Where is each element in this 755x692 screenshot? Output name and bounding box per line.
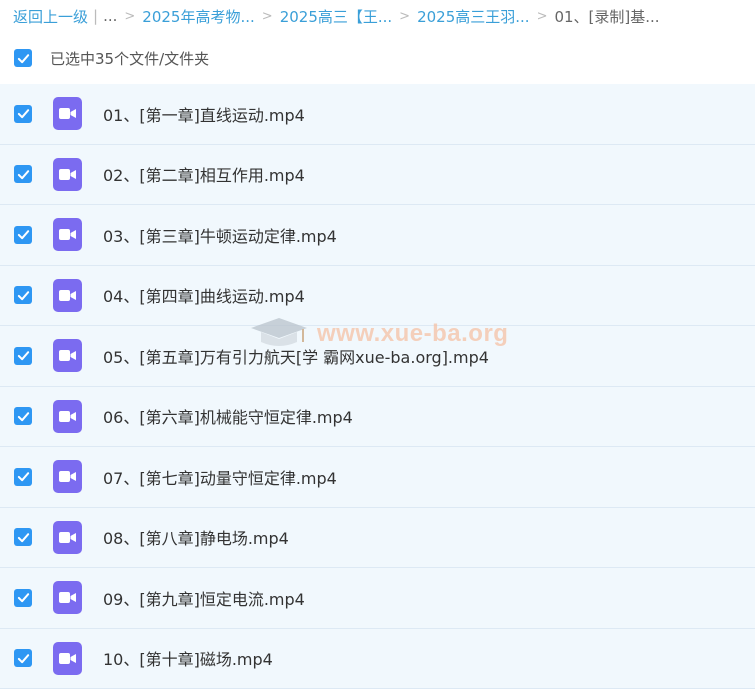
checkmark-icon <box>17 230 29 240</box>
breadcrumb-divider: | <box>93 7 99 25</box>
video-file-icon <box>53 581 82 615</box>
breadcrumb-item[interactable]: 2025高三王羽... <box>417 6 529 27</box>
checkmark-icon <box>17 109 29 119</box>
breadcrumb-item[interactable]: 2025高三【王... <box>280 6 392 27</box>
file-checkbox[interactable] <box>14 588 32 607</box>
file-checkbox[interactable] <box>14 286 32 305</box>
breadcrumb-current: 01、[录制]基... <box>554 7 660 26</box>
video-file-icon <box>53 641 82 675</box>
file-name[interactable]: 09、[第九章]恒定电流.mp4 <box>103 586 305 610</box>
video-file-icon <box>53 97 82 131</box>
checkmark-icon <box>17 169 29 179</box>
file-row[interactable]: 10、[第十章]磁场.mp4 <box>0 628 755 689</box>
file-name[interactable]: 03、[第三章]牛顿运动定律.mp4 <box>103 223 337 247</box>
file-name[interactable]: 10、[第十章]磁场.mp4 <box>103 646 273 670</box>
file-name[interactable]: 08、[第八章]静电场.mp4 <box>103 525 289 549</box>
back-link[interactable]: 返回上一级 <box>13 6 88 27</box>
video-file-icon <box>53 460 82 494</box>
video-file-icon <box>53 520 82 554</box>
checkmark-icon <box>17 593 29 603</box>
file-checkbox[interactable] <box>14 649 32 668</box>
file-row[interactable]: 08、[第八章]静电场.mp4 <box>0 507 755 568</box>
file-row[interactable]: 03、[第三章]牛顿运动定律.mp4 <box>0 205 755 266</box>
file-checkbox[interactable] <box>14 467 32 486</box>
file-row[interactable]: 07、[第七章]动量守恒定律.mp4 <box>0 447 755 508</box>
file-list: 01、[第一章]直线运动.mp4 02、[第二章]相互作用.mp4 03、[第三… <box>0 84 755 689</box>
file-name[interactable]: 07、[第七章]动量守恒定律.mp4 <box>103 465 337 489</box>
file-checkbox[interactable] <box>14 225 32 244</box>
select-all-checkbox[interactable] <box>14 49 32 67</box>
select-all-bar: 已选中35个文件/文件夹 <box>0 32 755 84</box>
file-row[interactable]: 01、[第一章]直线运动.mp4 <box>0 84 755 145</box>
video-file-icon <box>53 157 82 191</box>
checkmark-icon <box>17 290 29 300</box>
video-file-icon <box>53 278 82 312</box>
checkmark-icon <box>17 351 29 361</box>
file-name[interactable]: 01、[第一章]直线运动.mp4 <box>103 102 305 126</box>
file-checkbox[interactable] <box>14 104 32 123</box>
file-name[interactable]: 06、[第六章]机械能守恒定律.mp4 <box>103 404 353 428</box>
file-name[interactable]: 05、[第五章]万有引力航天[学 霸网xue-ba.org].mp4 <box>103 344 489 368</box>
video-file-icon <box>53 339 82 373</box>
checkmark-icon <box>17 472 29 482</box>
selection-count-label: 已选中35个文件/文件夹 <box>50 49 210 68</box>
file-name[interactable]: 02、[第二章]相互作用.mp4 <box>103 162 305 186</box>
file-row[interactable]: 09、[第九章]恒定电流.mp4 <box>0 568 755 629</box>
file-name[interactable]: 04、[第四章]曲线运动.mp4 <box>103 283 305 307</box>
checkmark-icon <box>17 653 29 663</box>
chevron-right-icon: > <box>536 8 548 24</box>
video-file-icon <box>53 218 82 252</box>
breadcrumb-item[interactable]: 2025年高考物... <box>142 6 254 27</box>
chevron-right-icon: > <box>261 8 273 24</box>
file-checkbox[interactable] <box>14 528 32 547</box>
file-row[interactable]: 05、[第五章]万有引力航天[学 霸网xue-ba.org].mp4 <box>0 326 755 387</box>
file-checkbox[interactable] <box>14 165 32 184</box>
file-row[interactable]: 04、[第四章]曲线运动.mp4 <box>0 265 755 326</box>
breadcrumb: 返回上一级 | ... > 2025年高考物... > 2025高三【王... … <box>0 0 755 32</box>
chevron-right-icon: > <box>124 8 136 24</box>
checkmark-icon <box>17 411 29 421</box>
breadcrumb-ellipsis: ... <box>103 7 118 25</box>
file-row[interactable]: 02、[第二章]相互作用.mp4 <box>0 144 755 205</box>
file-row[interactable]: 06、[第六章]机械能守恒定律.mp4 <box>0 386 755 447</box>
checkmark-icon <box>17 532 29 542</box>
file-checkbox[interactable] <box>14 407 32 426</box>
checkmark-icon <box>17 53 29 63</box>
chevron-right-icon: > <box>399 8 411 24</box>
file-checkbox[interactable] <box>14 346 32 365</box>
video-file-icon <box>53 399 82 433</box>
